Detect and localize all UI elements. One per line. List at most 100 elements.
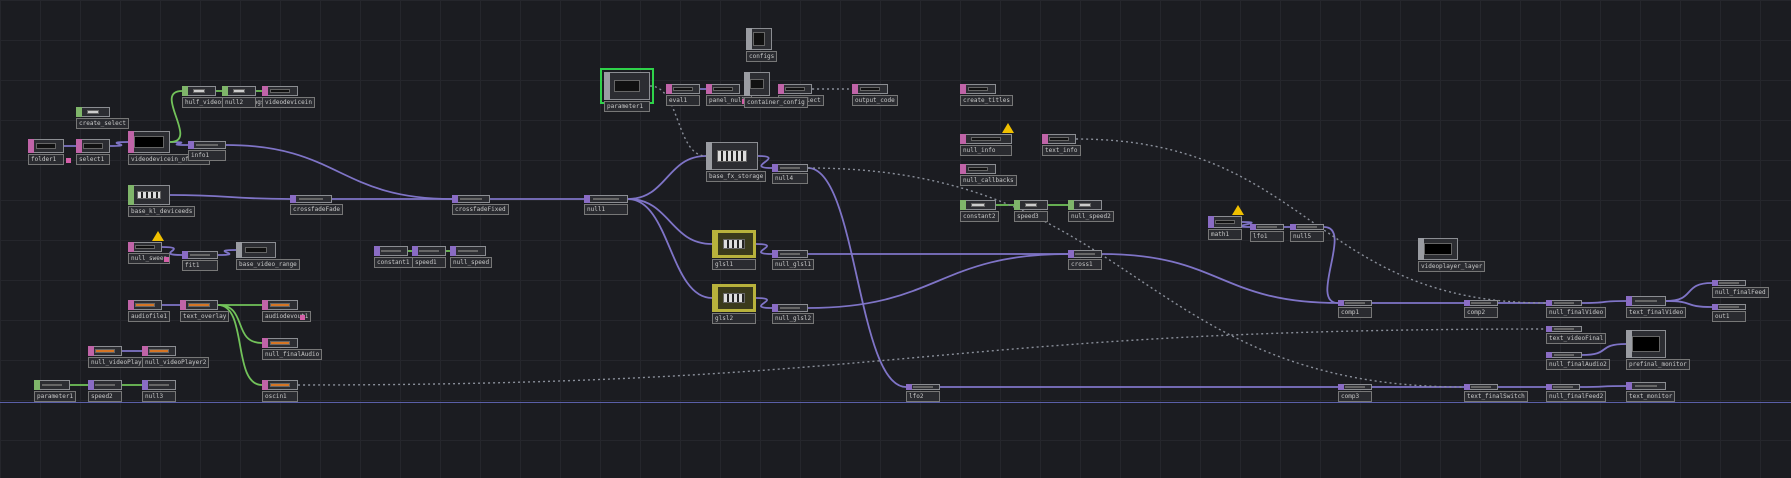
node-name-label[interactable]: speed2 [88,391,122,402]
node-parameter1[interactable]: parameter1 [600,68,654,112]
node-videodevicein[interactable]: videodevicein [262,86,315,108]
node-name-label[interactable]: parameter1 [34,391,77,402]
node-name-label[interactable]: null5 [1290,231,1324,242]
node-null-finalaudio2[interactable]: null_finalAudio2 [1546,352,1610,370]
node-name-label[interactable]: null_finalFeed2 [1546,391,1607,402]
node-null2[interactable]: null2 [222,86,256,108]
node-create-titles[interactable]: create_titles [960,84,1013,106]
node-name-label[interactable]: constant2 [960,211,999,222]
node-oscin1[interactable]: oscin1 [262,380,298,402]
node-name-label[interactable]: comp2 [1464,307,1498,318]
node-name-label[interactable]: glsl1 [712,259,756,270]
node-name-label[interactable]: text_videoFinal [1546,333,1607,344]
node-null-speed2[interactable]: null_speed2 [1068,200,1114,222]
node-base-video-range[interactable]: base_video_range [236,242,300,270]
node-null-finalvideo[interactable]: null_finalVideo [1546,300,1607,318]
node-configs[interactable]: configs [746,28,778,62]
output-flag-icon[interactable] [164,257,169,262]
node-glsl1[interactable]: glsl1 [712,230,756,270]
node-base-kl-deviceeds[interactable]: base_kl_deviceeds [128,185,196,217]
node-glsl2[interactable]: glsl2 [712,284,756,324]
node-null-sweep[interactable]: null_sweep [128,231,171,264]
node-name-label[interactable]: crossfadeFixed [452,204,509,215]
node-null-videoplayer2[interactable]: null_videoPlayer2 [142,346,210,368]
node-name-label[interactable]: null_glsl1 [772,259,815,270]
node-null-finalaudio[interactable]: null_finalAudio [262,338,323,360]
node-name-label[interactable]: eval1 [666,95,700,106]
node-name-label[interactable]: null_info [960,145,1012,156]
node-name-label[interactable]: null_speed2 [1068,211,1114,222]
node-crossfadefixed[interactable]: crossfadeFixed [452,195,509,215]
node-null3[interactable]: null3 [142,380,176,402]
node-name-label[interactable]: text_finalSwitch [1464,391,1528,402]
node-audiodevout1[interactable]: audiodevout1 [262,300,312,322]
node-name-label[interactable]: null_finalVideo [1546,307,1607,318]
node-name-label[interactable]: constant1 [374,257,413,268]
node-speed3[interactable]: speed3 [1014,200,1048,222]
node-math1[interactable]: math1 [1208,205,1244,240]
node-name-label[interactable]: null_finalAudio2 [1546,359,1610,370]
node-name-label[interactable]: parameter1 [604,101,650,112]
node-name-label[interactable]: folder1 [28,154,64,165]
node-text-overlay[interactable]: text_overlay [180,300,230,322]
node-name-label[interactable]: select1 [76,154,110,165]
node-null-finalfeed2[interactable]: null_finalFeed2 [1546,384,1607,402]
node-name-label[interactable]: cross1 [1068,259,1102,270]
node-name-label[interactable]: null_videoPlayer2 [142,357,210,368]
node-name-label[interactable]: null_speed [450,257,493,268]
node-text-videofinal[interactable]: text_videoFinal [1546,326,1607,344]
node-name-label[interactable]: null3 [142,391,176,402]
node-name-label[interactable]: text_finalVideo [1626,307,1687,318]
node-name-label[interactable]: videodevicein [262,97,315,108]
node-name-label[interactable]: comp1 [1338,307,1372,318]
node-name-label[interactable]: glsl2 [712,313,756,324]
node-name-label[interactable]: base_fx_storage [706,171,767,182]
network-editor-canvas[interactable]: folder1 select1 create_select videodevic… [0,0,1791,478]
node-name-label[interactable]: null4 [772,173,808,184]
node-eval1[interactable]: eval1 [666,84,700,106]
node-crossfadefade[interactable]: crossfadeFade [290,195,343,215]
node-name-label[interactable]: base_kl_deviceeds [128,206,196,217]
node-name-label[interactable]: text_monitor [1626,391,1676,402]
output-flag-icon[interactable] [300,315,305,320]
output-flag-icon[interactable] [66,158,71,163]
node-null-speed[interactable]: null_speed [450,246,493,268]
node-videodevicein-offline[interactable]: videodevicein_offline [128,131,210,165]
node-text-finalswitch[interactable]: text_finalSwitch [1464,384,1528,402]
node-name-label[interactable]: audiofile1 [128,311,171,322]
node-name-label[interactable]: null_finalFeed [1712,287,1769,298]
node-speed1[interactable]: speed1 [412,246,446,268]
node-text-finalvideo[interactable]: text_finalVideo [1626,296,1687,318]
node-null-glsl2[interactable]: null_glsl2 [772,304,815,324]
node-null1[interactable]: null1 [584,195,628,215]
node-prefinal-monitor[interactable]: prefinal_monitor [1626,330,1690,370]
node-comp2[interactable]: comp2 [1464,300,1498,318]
node-name-label[interactable]: crossfadeFade [290,204,343,215]
node-cross1[interactable]: cross1 [1068,250,1102,270]
node-audiofile1[interactable]: audiofile1 [128,300,171,322]
node-speed2[interactable]: speed2 [88,380,122,402]
node-info1[interactable]: info1 [188,141,226,161]
node-name-label[interactable]: null_glsl2 [772,313,815,324]
node-text-monitor[interactable]: text_monitor [1626,382,1676,402]
node-name-label[interactable]: null1 [584,204,628,215]
node-null-finalfeed[interactable]: null_finalFeed [1712,280,1769,298]
node-videoplayer-layer[interactable]: videoplayer_layer [1418,238,1486,272]
node-name-label[interactable]: comp3 [1338,391,1372,402]
node-name-label[interactable]: info1 [188,150,226,161]
node-panel-null1[interactable]: panel_null1 [706,84,752,106]
node-null-videoplayer[interactable]: null_videoPlayer [88,346,152,368]
node-folder1[interactable]: folder1 [28,139,71,165]
node-null4[interactable]: null4 [772,164,808,184]
node-name-label[interactable]: fit1 [182,260,218,271]
node-constant2[interactable]: constant2 [960,200,999,222]
node-name-label[interactable]: lfo2 [906,391,940,402]
node-parameter1-dat[interactable]: parameter1 [34,380,77,402]
node-name-label[interactable]: math1 [1208,229,1242,240]
node-hulf-videos-recordings[interactable]: hulf_videos_recordings [182,86,268,108]
node-name-label[interactable]: out1 [1712,311,1746,322]
node-text-info[interactable]: text_info [1042,134,1081,156]
node-constant1[interactable]: constant1 [374,246,413,268]
node-name-label[interactable]: prefinal_monitor [1626,359,1690,370]
node-select1[interactable]: select1 [76,139,110,165]
